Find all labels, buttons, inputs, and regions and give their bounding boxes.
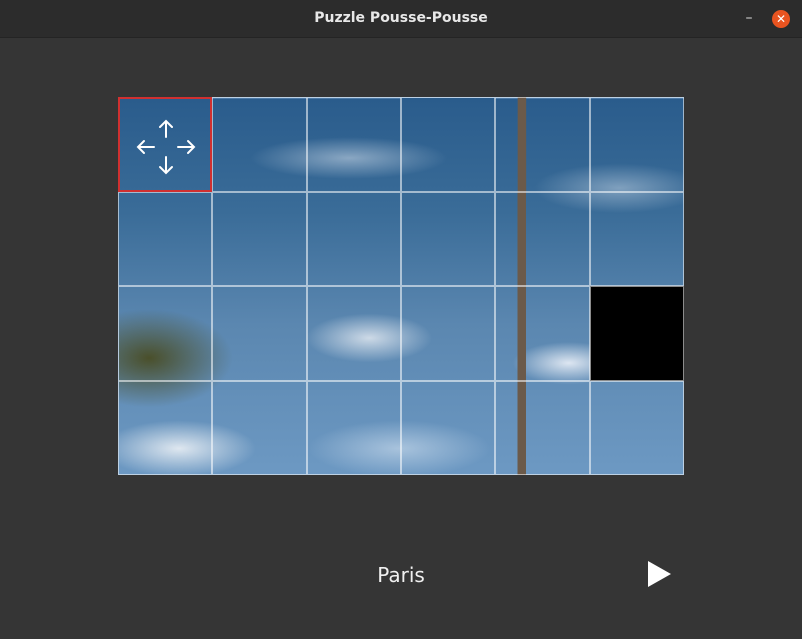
puzzle-tile[interactable] <box>401 286 496 381</box>
puzzle-tile[interactable] <box>306 191 401 286</box>
puzzle-tile[interactable] <box>589 97 684 192</box>
puzzle-tile[interactable] <box>118 286 213 381</box>
empty-tile[interactable] <box>589 286 684 381</box>
image-caption: Paris <box>377 563 425 587</box>
puzzle-tile[interactable] <box>401 380 496 475</box>
puzzle-tile[interactable] <box>212 380 307 475</box>
puzzle-tile[interactable] <box>495 97 590 192</box>
title-bar[interactable]: Puzzle Pousse-Pousse – ✕ <box>0 0 802 38</box>
puzzle-tile[interactable] <box>212 97 307 192</box>
puzzle-tile[interactable] <box>401 97 496 192</box>
play-icon[interactable] <box>645 560 673 588</box>
puzzle-tile[interactable] <box>306 286 401 381</box>
minimize-button[interactable]: – <box>739 8 759 28</box>
close-button[interactable]: ✕ <box>772 10 790 28</box>
app-window: Puzzle Pousse-Pousse – ✕ Paris <box>0 0 802 639</box>
puzzle-board <box>118 97 684 475</box>
puzzle-tile[interactable] <box>212 191 307 286</box>
puzzle-tile[interactable] <box>118 380 213 475</box>
puzzle-tile[interactable] <box>401 191 496 286</box>
puzzle-tile[interactable] <box>306 380 401 475</box>
puzzle-tile[interactable] <box>118 191 213 286</box>
selected-tile[interactable] <box>118 97 213 192</box>
puzzle-tile[interactable] <box>495 191 590 286</box>
puzzle-tile[interactable] <box>212 286 307 381</box>
window-title: Puzzle Pousse-Pousse <box>314 10 488 26</box>
move-arrows-icon <box>136 119 196 175</box>
puzzle-tile[interactable] <box>589 191 684 286</box>
puzzle-tile[interactable] <box>495 380 590 475</box>
puzzle-tile[interactable] <box>589 380 684 475</box>
puzzle-tile[interactable] <box>495 286 590 381</box>
puzzle-tile[interactable] <box>306 97 401 192</box>
